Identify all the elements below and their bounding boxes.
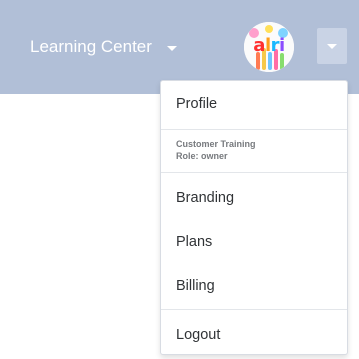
menu-divider (161, 172, 347, 173)
billing-menu-item[interactable]: Billing (176, 276, 215, 296)
avatar-image: alri (244, 22, 294, 72)
branding-menu-item[interactable]: Branding (176, 188, 234, 208)
logout-menu-item[interactable]: Logout (176, 325, 220, 345)
user-dropdown-menu: Profile Customer Training Role: owner Br… (160, 80, 348, 355)
avatar[interactable]: alri (244, 22, 294, 72)
caret-down-icon (166, 45, 177, 51)
role-label: Role: owner (176, 151, 228, 161)
menu-divider (161, 309, 347, 310)
learning-center-label: Learning Center (30, 37, 152, 56)
learning-center-menu[interactable]: Learning Center (30, 36, 177, 58)
svg-text:alri: alri (253, 35, 284, 56)
profile-menu-item[interactable]: Profile (176, 94, 217, 114)
plans-menu-item[interactable]: Plans (176, 232, 212, 252)
organization-name: Customer Training (176, 139, 256, 149)
menu-divider (161, 129, 347, 130)
user-menu-toggle-button[interactable] (317, 28, 347, 64)
account-info: Customer Training Role: owner (176, 138, 256, 162)
caret-down-icon (327, 43, 337, 49)
page: Learning Center alri Profile Customer Tr… (0, 0, 359, 359)
